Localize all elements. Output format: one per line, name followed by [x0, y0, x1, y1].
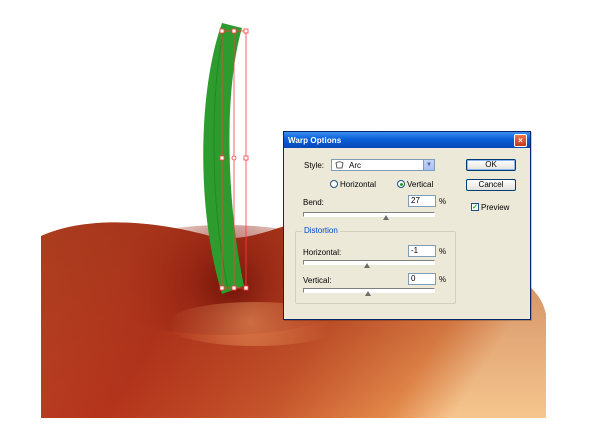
distortion-legend: Distortion	[302, 226, 340, 235]
horizontal-radio-label[interactable]: Horizontal	[340, 180, 376, 189]
style-dropdown[interactable]: Arc ▼	[331, 159, 435, 171]
bend-unit: %	[439, 197, 447, 206]
cancel-button[interactable]: Cancel	[466, 179, 516, 191]
distortion-horizontal-slider-thumb[interactable]	[364, 263, 371, 268]
anchor-handle[interactable]	[219, 28, 225, 34]
distortion-vertical-slider-thumb[interactable]	[365, 291, 371, 296]
distortion-horizontal-unit: %	[439, 247, 447, 256]
ok-button[interactable]: OK	[466, 159, 516, 171]
dialog-title: Warp Options	[288, 135, 342, 145]
anchor-handle[interactable]	[219, 285, 225, 291]
anchor-handle[interactable]	[243, 155, 249, 161]
distortion-vertical-label: Vertical:	[303, 276, 332, 285]
anchor-handle[interactable]	[243, 285, 249, 291]
distortion-horizontal-label: Horizontal:	[303, 248, 342, 257]
bend-label: Bend:	[303, 198, 324, 207]
bend-input[interactable]: 27	[408, 195, 436, 207]
vertical-radio[interactable]	[397, 180, 405, 188]
preview-label[interactable]: Preview	[481, 203, 509, 212]
anchor-handle[interactable]	[231, 28, 237, 34]
anchor-handle[interactable]	[231, 285, 237, 291]
horizontal-radio[interactable]	[330, 180, 338, 188]
anchor-handle[interactable]	[243, 28, 249, 34]
close-icon[interactable]: ×	[514, 134, 527, 147]
distortion-horizontal-input[interactable]: -1	[408, 245, 436, 257]
style-value: Arc	[349, 161, 361, 170]
anchor-handle[interactable]	[219, 155, 225, 161]
vertical-radio-label[interactable]: Vertical	[407, 180, 433, 189]
distortion-vertical-input[interactable]: 0	[408, 273, 436, 285]
arc-warp-icon	[335, 161, 344, 169]
distortion-vertical-unit: %	[439, 275, 447, 284]
distortion-group: Distortion Horizontal: -1 % Vertical: 0 …	[295, 226, 456, 304]
preview-checkbox[interactable]: ✓	[471, 203, 479, 211]
center-point[interactable]	[231, 155, 237, 161]
bend-slider-thumb[interactable]	[382, 215, 389, 220]
warp-options-dialog: Warp Options × Style: Arc ▼ Horizontal V…	[283, 131, 531, 320]
bend-slider-track[interactable]	[303, 212, 435, 217]
chevron-down-icon[interactable]: ▼	[423, 160, 434, 170]
dialog-title-bar[interactable]: Warp Options ×	[284, 132, 530, 148]
style-label: Style:	[304, 161, 325, 170]
